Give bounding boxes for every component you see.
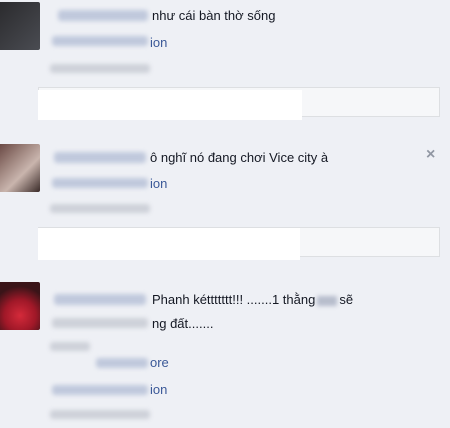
commenter-name[interactable] [54,152,146,163]
comment-meta [50,204,150,213]
comment-text: ô nghĩ nó đang chơi Vice city à [150,150,329,165]
avatar[interactable] [0,2,40,50]
comment-text: như cái bàn thờ sống [152,8,276,23]
see-translation-link-text[interactable]: ion [150,382,167,397]
reply-input-highlight [38,228,300,260]
see-translation-link[interactable] [52,178,148,188]
see-translation-link-text[interactable]: ion [150,35,167,50]
comment-text-part2: sẽ [339,292,354,307]
comment-text-part1: Phanh kéttttttt!!! .......1 thằng [152,292,316,307]
censored-word [317,295,338,306]
commenter-name[interactable] [58,10,148,21]
comment-meta-blurred [50,342,90,351]
see-more-link-text[interactable]: ore [150,355,169,370]
see-translation-link-text[interactable]: ion [150,176,167,191]
comment-text-blurred [52,318,148,328]
close-icon[interactable]: × [426,146,435,164]
comment-text: Phanh kéttttttt!!! .......1 thằng sẽ [152,292,353,307]
see-translation-link[interactable] [52,385,148,395]
commenter-name[interactable] [54,294,146,305]
comment-text-line2: ng đất....... [152,316,214,331]
see-translation-link[interactable] [52,36,148,46]
comment-meta [50,64,150,73]
see-more-link[interactable] [96,358,148,368]
reply-input-highlight [38,90,302,120]
avatar[interactable] [0,144,40,192]
comment-meta [50,410,150,419]
avatar[interactable] [0,282,40,330]
